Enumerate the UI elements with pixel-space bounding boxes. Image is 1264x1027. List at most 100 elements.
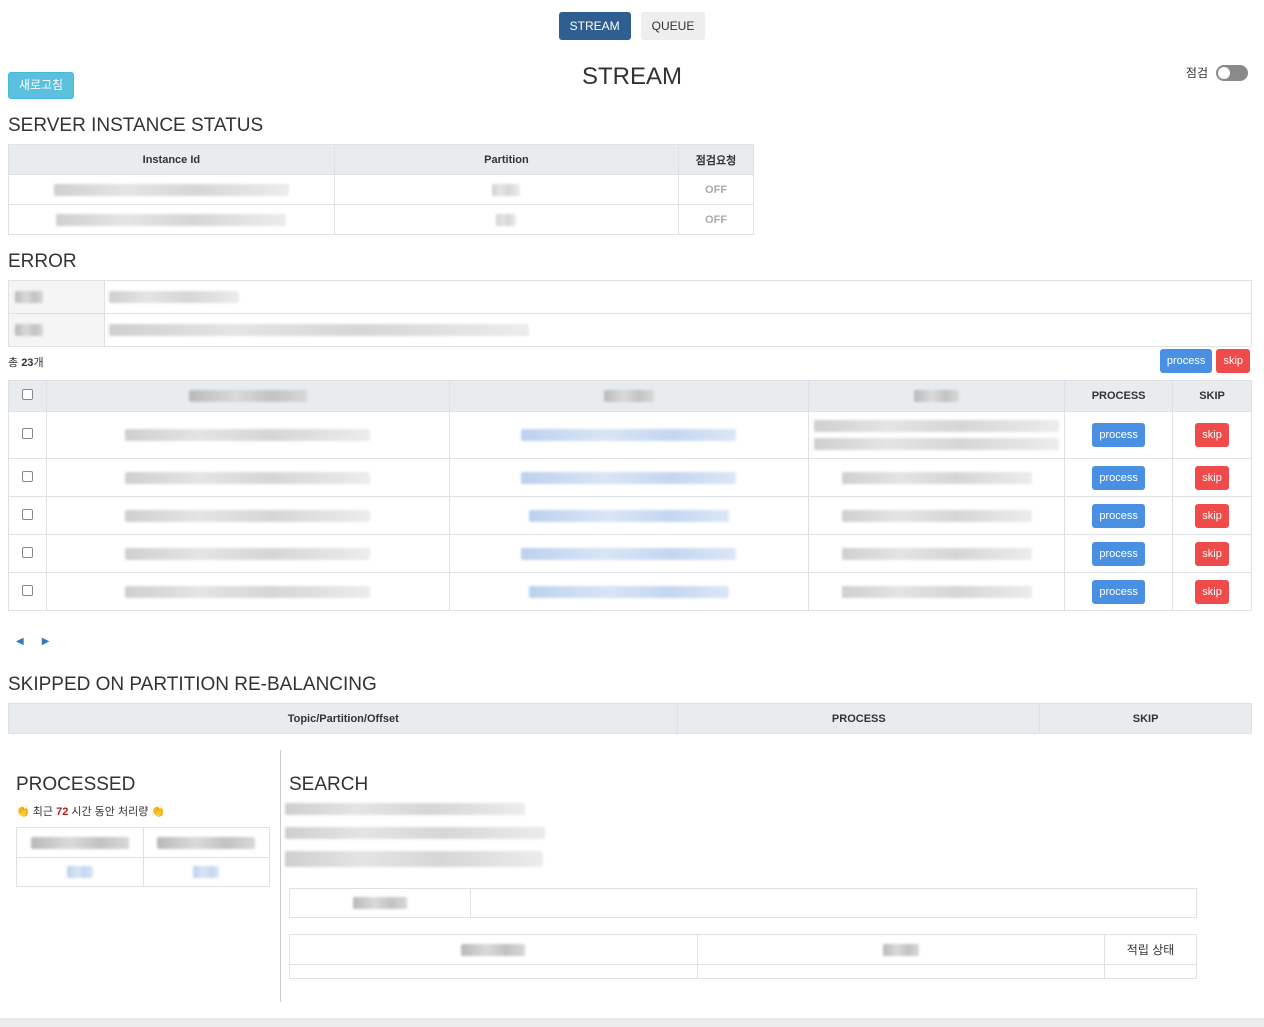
bulk-actions: process skip	[1159, 349, 1250, 373]
processed-header-cell	[16, 827, 144, 858]
partition-cell	[333, 204, 680, 235]
bulk-process-button[interactable]: process	[1159, 349, 1213, 373]
error-message-cell	[808, 458, 1066, 497]
filter-value-cell	[104, 313, 1252, 347]
column-header-skip: SKIP	[1039, 703, 1252, 734]
search-field-label	[289, 888, 471, 918]
pager-next-icon[interactable]: ▶	[42, 636, 50, 647]
table-row: process skip	[8, 496, 1252, 535]
instance-id-cell	[8, 174, 335, 205]
error-link-cell[interactable]	[448, 496, 810, 535]
select-all-checkbox[interactable]	[21, 389, 33, 400]
skipped-title: SKIPPED ON PARTITION RE-BALANCING	[8, 674, 377, 695]
processed-header-cell	[142, 827, 270, 858]
error-message-cell	[808, 534, 1066, 573]
skip-cell: skip	[1172, 458, 1252, 497]
error-message-cell	[808, 496, 1066, 535]
error-link-cell[interactable]	[448, 572, 810, 611]
select-all-cell	[8, 380, 47, 412]
processed-table	[16, 827, 270, 887]
skip-cell: skip	[1172, 411, 1252, 459]
search-input[interactable]	[470, 888, 1197, 918]
error-key-cell	[45, 411, 450, 459]
column-header-partition: Partition	[333, 144, 680, 175]
pager-prev-icon[interactable]: ◀	[16, 636, 24, 647]
table-row: process skip	[8, 572, 1252, 611]
search-title: SEARCH	[289, 774, 369, 795]
skip-cell: skip	[1172, 572, 1252, 611]
row-skip-button[interactable]: skip	[1195, 465, 1229, 490]
processed-title: PROCESSED	[16, 774, 136, 795]
error-key-cell	[45, 496, 450, 535]
process-cell: process	[1064, 572, 1174, 611]
column-header-topic-partition-offset: Topic/Partition/Offset	[7, 703, 679, 734]
column-header	[448, 380, 810, 412]
row-select-cell	[8, 411, 47, 459]
row-skip-button[interactable]: skip	[1195, 579, 1229, 604]
error-link-cell[interactable]	[448, 411, 810, 459]
error-table: PROCESS SKIP process skip process skip p…	[8, 380, 1252, 611]
processed-subtitle: 👏 최근 72 시간 동안 처리량 👏	[16, 806, 166, 818]
column-header	[45, 380, 450, 412]
row-process-button[interactable]: process	[1092, 503, 1145, 528]
server-status-table: Instance Id Partition 점검요청 OFF OFF	[8, 144, 754, 235]
error-link-cell[interactable]	[448, 534, 810, 573]
result-cell	[289, 964, 698, 979]
process-cell: process	[1064, 411, 1174, 459]
result-column-header	[289, 934, 698, 965]
column-header-process: PROCESS	[1064, 380, 1174, 412]
row-checkbox[interactable]	[21, 584, 33, 596]
column-header-skip: SKIP	[1172, 380, 1252, 412]
row-checkbox[interactable]	[21, 428, 33, 439]
panel-divider	[280, 750, 281, 1002]
error-key-cell	[45, 458, 450, 497]
error-pager: ◀ ▶	[16, 636, 49, 647]
error-count-value: 23	[21, 357, 34, 369]
bulk-skip-button[interactable]: skip	[1216, 349, 1250, 373]
column-header-instance-id: Instance Id	[8, 144, 335, 175]
table-row: process skip	[8, 411, 1252, 459]
row-process-button[interactable]: process	[1092, 541, 1145, 566]
maintenance-request-cell: OFF	[678, 204, 754, 235]
process-cell: process	[1064, 496, 1174, 535]
row-checkbox[interactable]	[21, 508, 33, 520]
server-status-title: SERVER INSTANCE STATUS	[8, 115, 264, 136]
table-row: OFF	[8, 204, 754, 235]
clap-icon: 👏	[16, 806, 30, 818]
partition-cell	[333, 174, 680, 205]
error-title: ERROR	[8, 251, 77, 272]
row-checkbox[interactable]	[21, 470, 33, 482]
skip-cell: skip	[1172, 496, 1252, 535]
row-skip-button[interactable]: skip	[1195, 503, 1229, 528]
row-skip-button[interactable]: skip	[1195, 423, 1229, 447]
table-row: process skip	[8, 534, 1252, 573]
search-description	[285, 803, 545, 867]
error-link-cell[interactable]	[448, 458, 810, 497]
row-select-cell	[8, 534, 47, 573]
error-filter-table	[8, 280, 1252, 347]
search-result-table: 적립 상태	[289, 934, 1197, 979]
result-cell	[1104, 964, 1197, 979]
processed-value-cell	[16, 857, 144, 887]
process-cell: process	[1064, 534, 1174, 573]
tab-queue[interactable]: QUEUE	[640, 12, 706, 40]
row-skip-button[interactable]: skip	[1195, 541, 1229, 566]
clap-icon: 👏	[151, 806, 166, 818]
maintenance-toggle-group: 점검	[1186, 64, 1248, 81]
result-cell	[696, 964, 1106, 979]
row-process-button[interactable]: process	[1092, 465, 1145, 490]
processed-value-cell	[142, 857, 270, 887]
instance-id-cell	[8, 204, 335, 235]
column-header-process: PROCESS	[677, 703, 1041, 734]
column-header-maintenance-request: 점검요청	[678, 144, 754, 175]
maintenance-toggle[interactable]	[1216, 64, 1248, 81]
error-message-cell	[808, 572, 1066, 611]
row-select-cell	[8, 496, 47, 535]
search-form-table	[289, 888, 1197, 918]
row-checkbox[interactable]	[21, 546, 33, 558]
row-process-button[interactable]: process	[1092, 579, 1145, 604]
filter-label-cell	[8, 313, 105, 347]
page-title: STREAM	[581, 63, 682, 90]
tab-stream[interactable]: STREAM	[558, 12, 631, 40]
row-process-button[interactable]: process	[1092, 423, 1145, 447]
